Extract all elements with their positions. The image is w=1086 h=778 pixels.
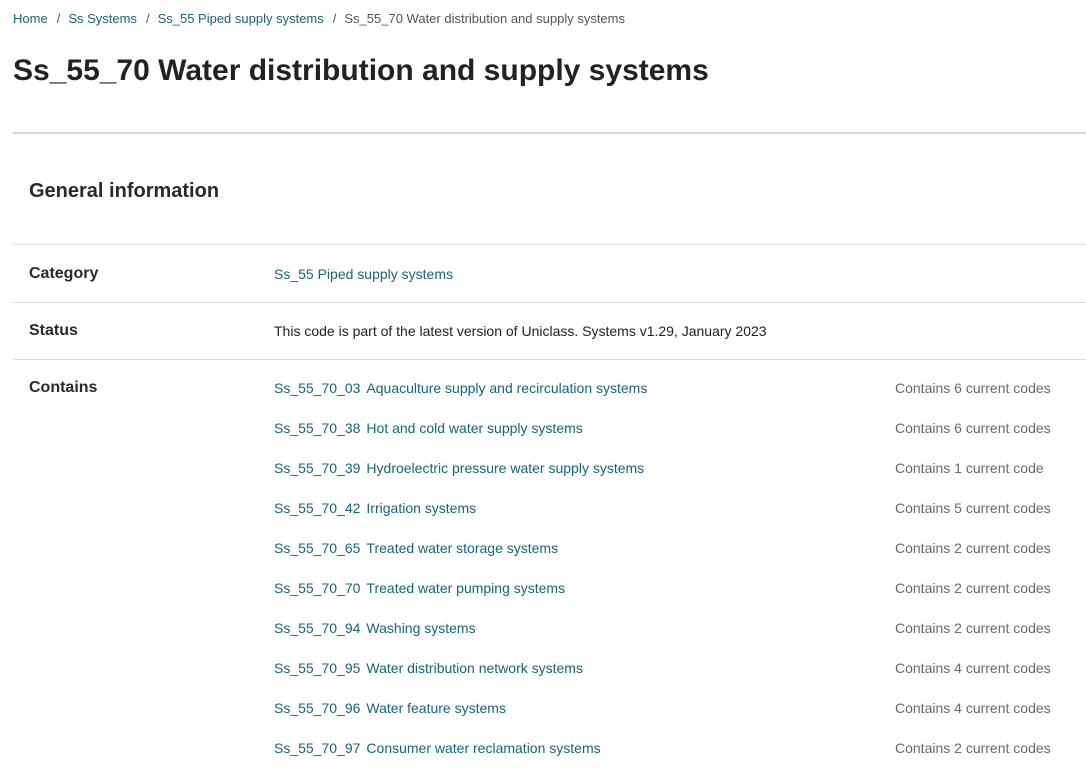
contains-item: Ss_55_70_03 Aquaculture supply and recirc… xyxy=(274,378,1086,418)
row-divider xyxy=(13,244,1086,245)
breadcrumb-current: Ss_55_70 Water distribution and supply s… xyxy=(344,11,625,26)
contains-item-code: Ss_55_70_97 xyxy=(274,740,361,756)
breadcrumb-separator: / xyxy=(56,11,61,26)
contains-item-code: Ss_55_70_42 xyxy=(274,500,361,516)
contains-item-link[interactable]: Ss_55_70_65 Treated water storage systems xyxy=(274,538,558,558)
contains-item-link[interactable]: Ss_55_70_97 Consumer water reclamation sy… xyxy=(274,738,601,758)
contains-item-link[interactable]: Ss_55_70_38 Hot and cold water supply sys… xyxy=(274,418,583,438)
contains-item-link[interactable]: Ss_55_70_94 Washing systems xyxy=(274,618,476,638)
breadcrumb-separator: / xyxy=(145,11,150,26)
breadcrumb: Home / Ss Systems / Ss_55 Piped supply syste… xyxy=(13,11,625,27)
contains-item-count: Contains 2 current codes xyxy=(895,620,1051,636)
row-divider xyxy=(13,359,1086,360)
contains-item-name: Aquaculture supply and recirculation sys… xyxy=(366,380,648,396)
contains-item: Ss_55_70_97 Consumer water reclamation sy… xyxy=(274,738,1086,778)
contains-item-name: Hydroelectric pressure water supply syst… xyxy=(366,460,645,476)
category-link[interactable]: Ss_55 Piped supply systems xyxy=(274,264,453,284)
contains-item: Ss_55_70_39 Hydroelectric pressure water … xyxy=(274,458,1086,498)
contains-item: Ss_55_70_94 Washing systems Contains 2 cu… xyxy=(274,618,1086,658)
contains-item-code: Ss_55_70_39 xyxy=(274,460,361,476)
contains-item-code: Ss_55_70_96 xyxy=(274,700,361,716)
contains-label: Contains xyxy=(29,379,98,396)
row-divider xyxy=(13,302,1086,303)
contains-item: Ss_55_70_38 Hot and cold water supply sys… xyxy=(274,418,1086,458)
section-heading-general-information: General information xyxy=(29,180,220,202)
contains-item-code: Ss_55_70_38 xyxy=(274,420,361,436)
contains-item-link[interactable]: Ss_55_70_39 Hydroelectric pressure water … xyxy=(274,458,644,478)
contains-item-count: Contains 6 current codes xyxy=(895,420,1051,436)
contains-item: Ss_55_70_42 Irrigation systems Contains 5… xyxy=(274,498,1086,538)
contains-item-count: Contains 5 current codes xyxy=(895,500,1051,516)
contains-item-code: Ss_55_70_03 xyxy=(274,380,361,396)
contains-item-count: Contains 1 current code xyxy=(895,460,1044,476)
contains-item-code: Ss_55_70_95 xyxy=(274,660,361,676)
category-label: Category xyxy=(29,265,99,282)
contains-item-name: Irrigation systems xyxy=(366,500,477,516)
contains-item-name: Washing systems xyxy=(366,620,476,636)
contains-item-name: Water feature systems xyxy=(366,700,506,716)
contains-item-name: Treated water pumping systems xyxy=(366,580,566,596)
contains-item-code: Ss_55_70_65 xyxy=(274,540,361,556)
status-value: This code is part of the latest version … xyxy=(274,323,767,339)
status-label: Status xyxy=(29,322,78,339)
contains-item-count: Contains 2 current codes xyxy=(895,740,1051,756)
contains-item-link[interactable]: Ss_55_70_70 Treated water pumping systems xyxy=(274,578,565,598)
breadcrumb-systems-link[interactable]: Ss Systems xyxy=(68,11,137,26)
contains-item-count: Contains 4 current codes xyxy=(895,700,1051,716)
contains-item-name: Consumer water reclamation systems xyxy=(366,740,601,756)
contains-item-name: Treated water storage systems xyxy=(366,540,559,556)
contains-item-name: Water distribution network systems xyxy=(366,660,583,676)
title-divider xyxy=(13,132,1086,134)
contains-item: Ss_55_70_96 Water feature systems Contain… xyxy=(274,698,1086,738)
contains-item-link[interactable]: Ss_55_70_96 Water feature systems xyxy=(274,698,506,718)
contains-item-count: Contains 2 current codes xyxy=(895,540,1051,556)
contains-item: Ss_55_70_95 Water distribution network sy… xyxy=(274,658,1086,698)
contains-item-code: Ss_55_70_70 xyxy=(274,580,361,596)
contains-item-code: Ss_55_70_94 xyxy=(274,620,361,636)
breadcrumb-piped-supply-link[interactable]: Ss_55 Piped supply systems xyxy=(158,11,324,26)
contains-item: Ss_55_70_70 Treated water pumping systems… xyxy=(274,578,1086,618)
contains-item-count: Contains 2 current codes xyxy=(895,580,1051,596)
contains-item-name: Hot and cold water supply systems xyxy=(366,420,583,436)
contains-item-count: Contains 4 current codes xyxy=(895,660,1051,676)
contains-item-link[interactable]: Ss_55_70_03 Aquaculture supply and recirc… xyxy=(274,378,647,398)
contains-list: Ss_55_70_03 Aquaculture supply and recirc… xyxy=(274,378,1086,778)
breadcrumb-separator: / xyxy=(332,11,337,26)
breadcrumb-home-link[interactable]: Home xyxy=(13,11,48,26)
contains-item-link[interactable]: Ss_55_70_42 Irrigation systems xyxy=(274,498,476,518)
contains-item: Ss_55_70_65 Treated water storage systems… xyxy=(274,538,1086,578)
contains-item-count: Contains 6 current codes xyxy=(895,380,1051,396)
contains-item-link[interactable]: Ss_55_70_95 Water distribution network sy… xyxy=(274,658,583,678)
page-title: Ss_55_70 Water distribution and supply s… xyxy=(13,54,709,87)
